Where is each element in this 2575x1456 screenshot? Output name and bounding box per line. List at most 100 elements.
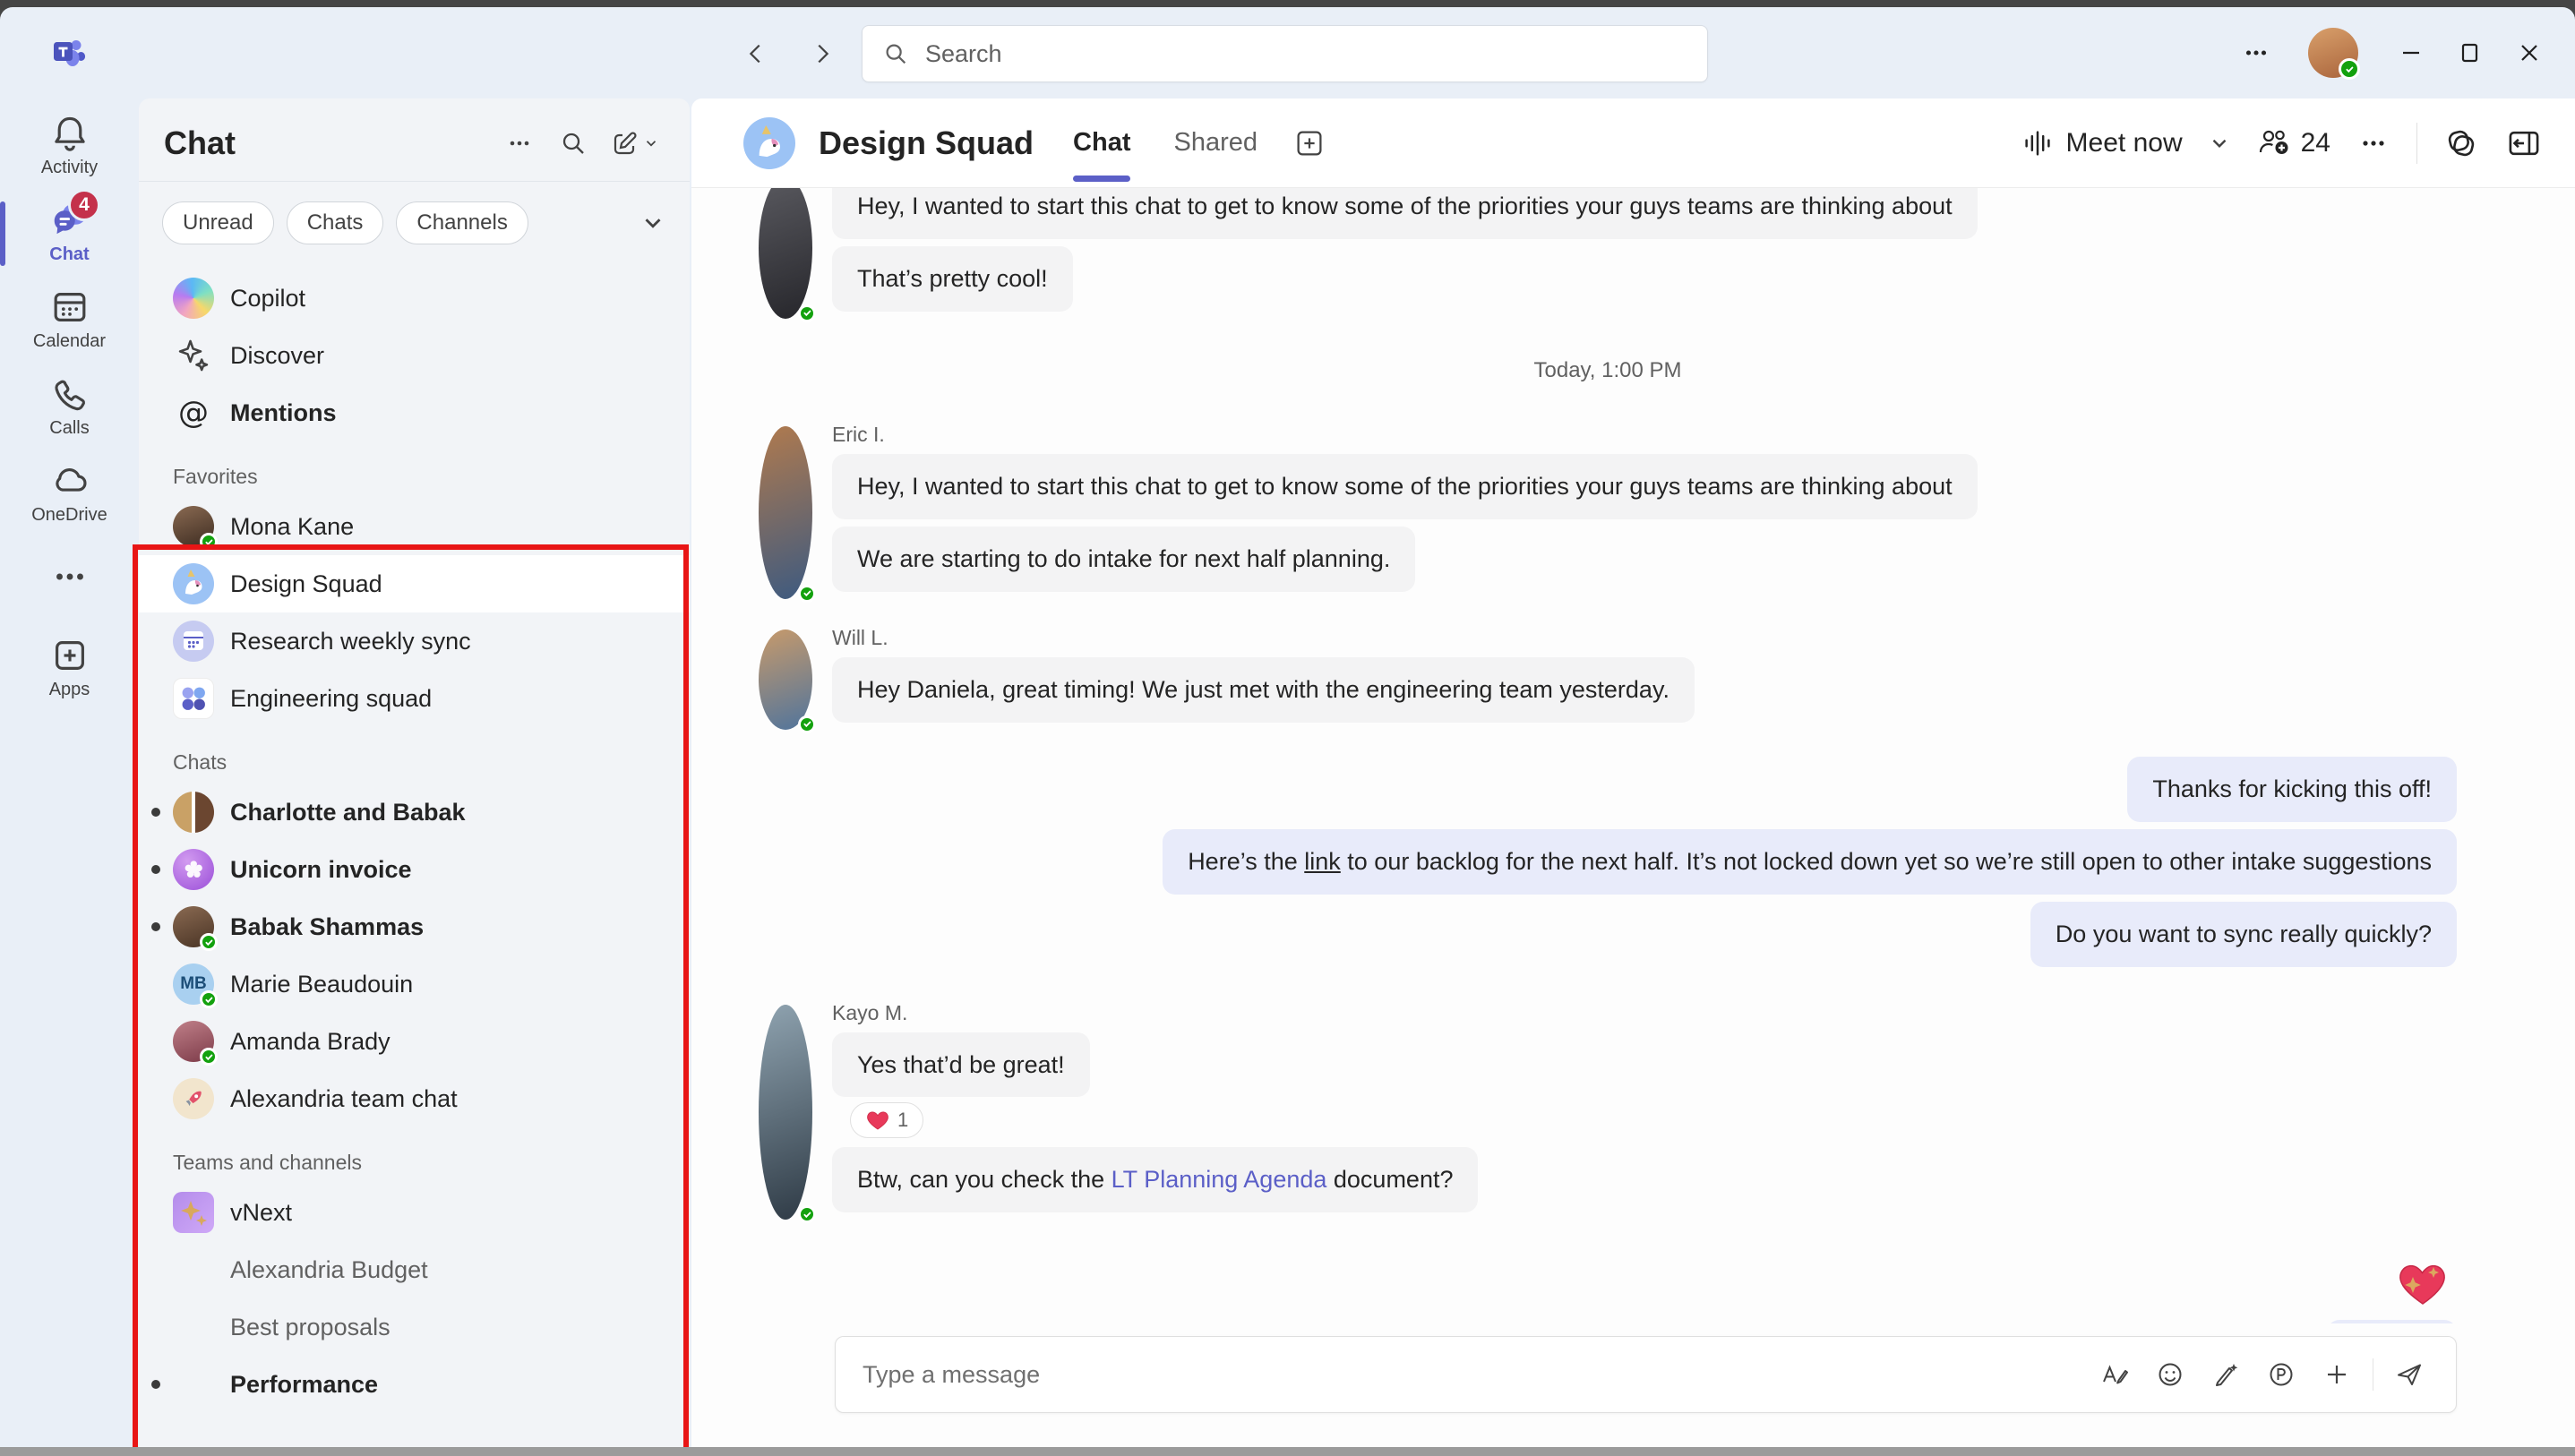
chat-filter-menu-button[interactable]	[496, 122, 543, 165]
message-bubble: Hey Daniela, great timing! We just met w…	[832, 656, 1695, 723]
chat-item-label: Babak Shammas	[230, 912, 425, 940]
sender-avatar[interactable]	[759, 629, 816, 733]
design-squad-avatar[interactable]	[743, 116, 795, 169]
flower-avatar	[173, 849, 214, 890]
chat-item-label: Discover	[230, 341, 325, 369]
filter-pill-unread[interactable]: Unread	[162, 201, 274, 244]
text-run: document?	[1326, 1166, 1454, 1194]
attach-plus-icon[interactable]	[2313, 1353, 2360, 1396]
panel-title: Chat	[164, 124, 236, 161]
chat-list-item[interactable]: Discover	[139, 327, 690, 384]
chat-item-label: Charlotte and Babak	[230, 798, 466, 826]
chat-list-item[interactable]: Design Squad	[139, 555, 690, 612]
copilot-rewrite-icon[interactable]	[2202, 1353, 2249, 1396]
meet-now-button[interactable]: Meet now	[2021, 127, 2183, 159]
chat-list-item[interactable]: Copilot	[139, 270, 690, 327]
conversation-more-button[interactable]	[2356, 125, 2391, 161]
rail-item-label: Calendar	[32, 331, 107, 351]
tab-chat[interactable]: Chat	[1073, 98, 1130, 187]
rail-item-label: Activity	[40, 158, 99, 177]
rail-item-chat[interactable]: 4 Chat	[0, 189, 139, 266]
filter-pills: Unread Chats Channels	[139, 182, 690, 257]
message-input[interactable]: Type a message	[835, 1336, 2457, 1413]
message-group: Eric I. Hey, I wanted to start this chat…	[759, 423, 2457, 603]
chat-list-item[interactable]: Amanda Brady	[139, 1013, 690, 1070]
message-bubble: Yes that’d be great!	[832, 1032, 1090, 1098]
message-bubble: Do you want to sync really quickly?	[2030, 901, 2457, 967]
chat-item-label: Performance	[230, 1370, 379, 1398]
filter-pill-channels[interactable]: Channels	[396, 201, 528, 244]
chat-item-label: Marie Beaudouin	[230, 970, 414, 998]
copilot-icon[interactable]	[2442, 124, 2480, 162]
chat-list-item[interactable]: vNext	[139, 1184, 690, 1241]
sender-avatar[interactable]	[759, 1004, 816, 1224]
close-button[interactable]	[2500, 23, 2559, 82]
rail-item-calendar[interactable]: Calendar	[0, 287, 139, 352]
open-side-panel-icon[interactable]	[2505, 124, 2543, 162]
presence-available-icon	[798, 715, 816, 733]
chat-list-item[interactable]: Performance	[139, 1356, 690, 1413]
participants-button[interactable]: 24	[2256, 125, 2330, 161]
message-group: Kayo M. Yes that’d be great! 1 Btw, can …	[759, 1001, 2457, 1224]
message-group: Will L. Hey Daniela, great timing! We ju…	[759, 626, 2457, 733]
send-icon[interactable]	[2386, 1353, 2433, 1396]
photo-avatar	[173, 506, 218, 551]
message-group: Hey, I wanted to start this chat to get …	[759, 188, 2457, 322]
chat-search-icon[interactable]	[550, 122, 597, 165]
chat-list-item[interactable]: Unicorn invoice	[139, 841, 690, 898]
conversation-pane: Design Squad Chat Shared Meet now 24 Hey…	[691, 98, 2575, 1447]
inline-link[interactable]: link	[1304, 848, 1341, 875]
chat-list-item[interactable]: MB Marie Beaudouin	[139, 955, 690, 1013]
rail-item-apps[interactable]: Apps	[0, 635, 139, 700]
heart-reaction-pill[interactable]: 1	[850, 1102, 924, 1139]
collapse-filters-chevron-icon[interactable]	[639, 210, 666, 236]
new-chat-button[interactable]	[604, 122, 666, 165]
format-icon[interactable]	[2091, 1353, 2138, 1396]
minimize-button[interactable]	[2382, 23, 2441, 82]
chat-item-label: Amanda Brady	[230, 1027, 391, 1055]
add-tab-button[interactable]	[1293, 127, 1326, 159]
loop-component-icon[interactable]	[2258, 1353, 2305, 1396]
dots4-avatar	[173, 678, 214, 719]
emoji-icon[interactable]	[2147, 1353, 2193, 1396]
forward-button[interactable]	[803, 36, 842, 72]
chat-list-item[interactable]: Engineering squad	[139, 670, 690, 727]
inline-link[interactable]: LT Planning Agenda	[1112, 1166, 1327, 1193]
message-group: Will do!	[759, 1246, 2457, 1323]
rail-item-onedrive[interactable]: OneDrive	[0, 460, 139, 526]
back-button[interactable]	[736, 36, 776, 72]
chat-list-item[interactable]: @ Mentions	[139, 384, 690, 441]
sender-avatar[interactable]	[759, 188, 816, 322]
titlebar-more-button[interactable]	[2231, 28, 2281, 78]
search-input[interactable]: Search	[862, 25, 1708, 82]
chat-list-item[interactable]: Babak Shammas	[139, 898, 690, 955]
user-avatar[interactable]	[2308, 28, 2360, 80]
rail-item-label: Apps	[48, 680, 90, 699]
presence-available-icon	[200, 533, 218, 551]
chat-item-label: Mona Kane	[230, 512, 355, 540]
message-bubble: That’s pretty cool!	[832, 245, 1073, 312]
tab-shared[interactable]: Shared	[1173, 98, 1257, 187]
section-header: Favorites	[173, 465, 258, 488]
vnext-avatar	[173, 1192, 214, 1233]
message-input-placeholder: Type a message	[863, 1360, 1041, 1388]
chat-list-item[interactable]: Alexandria team chat	[139, 1070, 690, 1127]
chat-list-item[interactable]: Mona Kane	[139, 498, 690, 555]
chat-list-item[interactable]: Charlotte and Babak	[139, 784, 690, 841]
chat-list-item[interactable]: Best proposals	[139, 1298, 690, 1356]
none-avatar	[173, 1364, 214, 1405]
text-run: Here’s the	[1188, 847, 1305, 875]
chevron-down-icon	[646, 141, 657, 147]
rail-item-calls[interactable]: Calls	[0, 373, 139, 439]
meet-now-chevron-icon[interactable]	[2208, 132, 2231, 155]
rail-item-more[interactable]	[0, 556, 139, 597]
chat-list-item[interactable]: Research weekly sync	[139, 612, 690, 670]
chat-list-item[interactable]: Alexandria Budget	[139, 1241, 690, 1298]
calendar-av-avatar	[173, 621, 214, 662]
sender-avatar[interactable]	[759, 425, 816, 603]
rail-item-activity[interactable]: Activity	[0, 113, 139, 178]
maximize-button[interactable]	[2441, 23, 2500, 82]
filter-pill-chats[interactable]: Chats	[286, 201, 384, 244]
